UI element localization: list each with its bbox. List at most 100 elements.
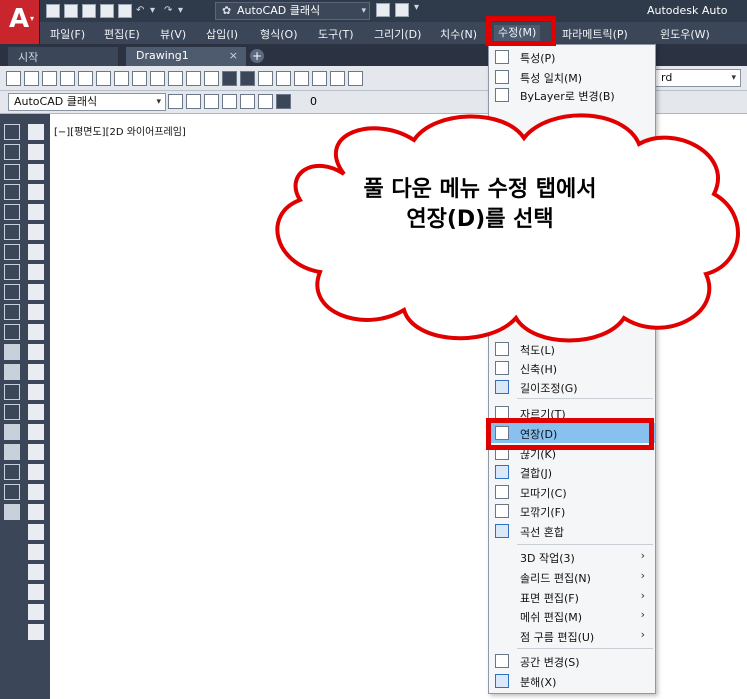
undo-icon[interactable] — [222, 71, 237, 86]
menu-item-fillet[interactable]: 모깎기(F) — [489, 501, 655, 521]
circle-icon[interactable] — [4, 244, 20, 260]
rectangle-icon[interactable] — [4, 204, 20, 220]
make-block-icon[interactable] — [4, 364, 20, 380]
dimension-angular-icon[interactable] — [28, 444, 44, 460]
menu-item-blend-curves[interactable]: 곡선 혼합 — [489, 521, 655, 541]
match-properties-icon[interactable] — [186, 71, 201, 86]
menu-view[interactable]: 뷰(V) — [160, 26, 186, 42]
dimension-diameter-icon[interactable] — [28, 424, 44, 440]
table-icon[interactable] — [4, 464, 20, 480]
web-icon[interactable] — [114, 71, 129, 86]
plot-preview-icon[interactable] — [78, 71, 93, 86]
tab-drawing1[interactable]: Drawing1 × — [126, 47, 246, 66]
dimension-ordinate-icon[interactable] — [28, 364, 44, 380]
tolerance-icon[interactable] — [28, 564, 44, 580]
menu-dimension[interactable]: 치수(N) — [440, 26, 477, 42]
cut-icon[interactable] — [132, 71, 147, 86]
new-icon[interactable] — [6, 71, 21, 86]
pan-icon[interactable] — [258, 71, 273, 86]
menu-item-point-cloud-editing[interactable]: 점 구름 편집(U) › — [489, 626, 655, 646]
menu-tools[interactable]: 도구(T) — [318, 26, 354, 42]
menu-modify[interactable]: 수정(M) — [494, 25, 541, 41]
menu-item-chamfer[interactable]: 모따기(C) — [489, 482, 655, 502]
open-icon[interactable] — [24, 71, 39, 86]
style-select[interactable]: rd ▾ — [655, 69, 741, 87]
close-icon[interactable]: × — [229, 49, 238, 62]
workspace-settings-icon[interactable] — [168, 94, 183, 109]
menu-item-explode[interactable]: 분해(X) — [489, 671, 655, 691]
zoom-extents-icon[interactable] — [28, 284, 44, 300]
zoom-realtime-icon[interactable] — [276, 71, 291, 86]
menu-edit[interactable]: 편집(E) — [104, 26, 140, 42]
menu-item-stretch[interactable]: 신축(H) — [489, 358, 655, 378]
layer-on-icon[interactable] — [222, 94, 237, 109]
menu-item-properties[interactable]: 특성(P) — [489, 47, 655, 67]
insert-block-icon[interactable] — [4, 344, 20, 360]
properties-icon[interactable] — [330, 71, 345, 86]
multiline-text-icon[interactable] — [4, 484, 20, 500]
menu-item-solid-editing[interactable]: 솔리드 편집(N) › — [489, 567, 655, 587]
new-file-icon[interactable] — [46, 4, 60, 18]
zoom-all-icon[interactable] — [28, 264, 44, 280]
layer-freeze-icon[interactable] — [240, 94, 255, 109]
zoom-window-icon[interactable] — [294, 71, 309, 86]
polygon-icon[interactable] — [4, 184, 20, 200]
design-center-icon[interactable] — [348, 71, 363, 86]
zoom-out-icon[interactable] — [28, 244, 44, 260]
menu-item-trim[interactable]: 자르기(T) — [489, 403, 655, 423]
menu-draw[interactable]: 그리기(D) — [374, 26, 421, 42]
save-icon[interactable] — [42, 71, 57, 86]
add-selected-icon[interactable] — [4, 504, 20, 520]
menu-item-surface-editing[interactable]: 표면 편집(F) › — [489, 587, 655, 607]
dimension-arc-icon[interactable] — [28, 344, 44, 360]
menu-item-match-properties[interactable]: 특성 일치(M) — [489, 67, 655, 87]
quick-dimension-icon[interactable] — [28, 464, 44, 480]
tab-start[interactable]: 시작 — [8, 47, 118, 66]
viewport-controls[interactable]: [−][평면도][2D 와이어프레임] — [54, 123, 186, 138]
layer-icon[interactable] — [376, 3, 390, 17]
menu-item-extend[interactable]: 연장(D) — [489, 423, 655, 443]
dimension-jogged-icon[interactable] — [28, 404, 44, 420]
undo-icon[interactable]: ↶ — [136, 6, 146, 16]
ellipse-arc-icon[interactable] — [4, 324, 20, 340]
save-as-icon[interactable] — [100, 4, 114, 18]
dimension-linear-icon[interactable] — [28, 304, 44, 320]
spline-icon[interactable] — [4, 284, 20, 300]
dimension-break-icon[interactable] — [28, 544, 44, 560]
redo-icon[interactable]: ↷ — [164, 6, 174, 16]
block-editor-icon[interactable] — [204, 71, 219, 86]
menu-item-change-to-bylayer[interactable]: ByLayer로 변경(B) — [489, 85, 655, 105]
add-tab-button[interactable]: + — [250, 49, 264, 63]
menu-window[interactable]: 윈도우(W) — [660, 26, 710, 42]
plot-icon[interactable] — [60, 71, 75, 86]
menu-file[interactable]: 파일(F) — [50, 26, 85, 42]
share-icon[interactable] — [395, 3, 409, 17]
application-menu-button[interactable]: A ▾ — [0, 0, 40, 44]
redo-dropdown-icon[interactable]: ▾ — [178, 6, 188, 16]
zoom-in-icon[interactable] — [28, 224, 44, 240]
redo-icon[interactable] — [240, 71, 255, 86]
gradient-icon[interactable] — [4, 424, 20, 440]
menu-item-mesh-editing[interactable]: 메쉬 편집(M) › — [489, 606, 655, 626]
region-icon[interactable] — [4, 444, 20, 460]
menu-format[interactable]: 형식(O) — [260, 26, 297, 42]
dimension-radius-icon[interactable] — [28, 384, 44, 400]
menu-item-break[interactable]: 끊기(K) — [489, 443, 655, 463]
jogged-linear-icon[interactable] — [28, 624, 44, 640]
menu-item-join[interactable]: 결합(J) — [489, 462, 655, 482]
paste-icon[interactable] — [168, 71, 183, 86]
dimension-space-icon[interactable] — [28, 524, 44, 540]
zoom-dynamic-icon[interactable] — [28, 144, 44, 160]
hatch-icon[interactable] — [4, 404, 20, 420]
zoom-window-icon[interactable] — [28, 124, 44, 140]
inspection-icon[interactable] — [28, 604, 44, 620]
open-file-icon[interactable] — [64, 4, 78, 18]
point-icon[interactable] — [4, 384, 20, 400]
ellipse-icon[interactable] — [4, 304, 20, 320]
arc-icon[interactable] — [4, 224, 20, 240]
dimension-baseline-icon[interactable] — [28, 484, 44, 500]
menu-item-lengthen[interactable]: 길이조정(G) — [489, 377, 655, 397]
zoom-center-icon[interactable] — [28, 184, 44, 200]
customize-quick-access-icon[interactable]: ▾ — [414, 3, 424, 13]
menu-item-3d-operations[interactable]: 3D 작업(3) › — [489, 547, 655, 567]
